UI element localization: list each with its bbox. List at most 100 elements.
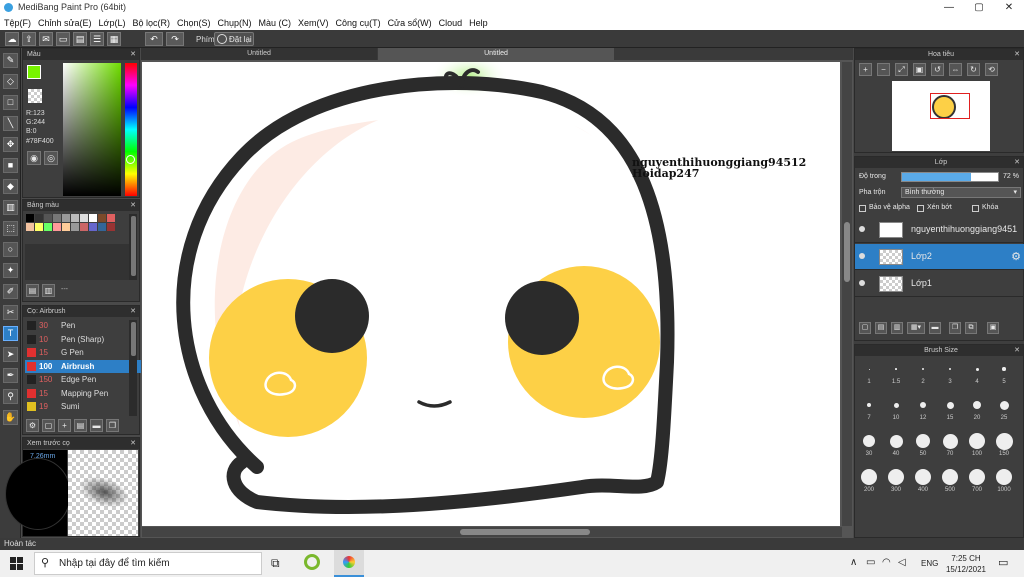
color-swatch[interactable] xyxy=(35,223,43,231)
color-swatch[interactable] xyxy=(98,223,106,231)
brush-size-option[interactable]: 10 xyxy=(884,395,908,429)
new-brush-icon[interactable]: ▢ xyxy=(42,419,55,432)
brush-size-option[interactable]: 500 xyxy=(938,467,962,501)
windows-start-icon[interactable] xyxy=(10,557,23,570)
saturation-value-picker[interactable] xyxy=(63,63,121,196)
chat-icon[interactable]: ▭ xyxy=(56,32,70,46)
reset-button[interactable]: Đặt lại xyxy=(214,32,254,46)
color-swatch[interactable] xyxy=(71,214,79,222)
gradient-tool-icon[interactable]: ▥ xyxy=(3,200,18,215)
menu-tools[interactable]: Công cụ(T) xyxy=(336,18,381,28)
brush-size-option[interactable]: 2 xyxy=(911,359,935,393)
hand-tool-icon[interactable]: ✋ xyxy=(3,410,18,425)
add-brush-icon[interactable]: + xyxy=(58,419,71,432)
tab-untitled-1[interactable]: Untitled xyxy=(141,48,377,60)
flip-icon[interactable]: ⇔ xyxy=(949,63,962,76)
menu-file[interactable]: Tệp(F) xyxy=(4,18,31,28)
copy-brush-icon[interactable]: ▤ xyxy=(74,419,87,432)
list-icon[interactable]: ☰ xyxy=(90,32,104,46)
layer-row[interactable]: nguyenthihuonggiang9451 xyxy=(855,217,1024,243)
color-swatch[interactable] xyxy=(62,223,70,231)
reset-view-icon[interactable]: ⟲ xyxy=(985,63,998,76)
color-swatch[interactable] xyxy=(53,223,61,231)
zoom-out-icon[interactable]: − xyxy=(877,63,890,76)
comment-icon[interactable]: ✉ xyxy=(39,32,53,46)
brush-size-option[interactable]: 15 xyxy=(938,395,962,429)
new-halftone-layer-icon[interactable]: ▤ xyxy=(875,322,887,334)
duplicate-icon[interactable]: ❐ xyxy=(106,419,119,432)
text-tool-icon[interactable]: T xyxy=(3,326,18,341)
magic-wand-tool-icon[interactable]: ✦ xyxy=(3,263,18,278)
color-swatch[interactable] xyxy=(89,223,97,231)
swatch-scrollbar[interactable] xyxy=(129,214,137,280)
brush-size-option[interactable]: 1.5 xyxy=(884,359,908,393)
drawing-canvas[interactable]: nguyenthihuonggiang94512 Hoidap247 xyxy=(142,62,840,526)
grid-icon[interactable]: ▦ xyxy=(107,32,121,46)
menu-capture[interactable]: Chụp(N) xyxy=(218,18,252,28)
zoom-in-icon[interactable]: + xyxy=(859,63,872,76)
brush-scrollbar[interactable] xyxy=(129,320,137,416)
rotate-right-icon[interactable]: ↻ xyxy=(967,63,980,76)
duplicate-layer-icon[interactable]: ❐ xyxy=(949,322,961,334)
blend-mode-select[interactable]: Bình thường ▾ xyxy=(901,187,1021,198)
protect-alpha-checkbox[interactable] xyxy=(859,205,866,212)
task-view-icon[interactable]: ⧉ xyxy=(271,556,280,571)
canvas-horizontal-scrollbar[interactable] xyxy=(142,527,842,537)
palette-icon[interactable]: ◉ xyxy=(27,151,41,165)
rectangle-tool-icon[interactable]: □ xyxy=(3,95,18,110)
language-indicator[interactable]: ENG xyxy=(921,559,938,568)
redo-button[interactable]: ↷ xyxy=(166,32,184,46)
color-swatch[interactable] xyxy=(35,214,43,222)
close-button[interactable]: ✕ xyxy=(994,0,1024,15)
chevron-up-icon[interactable]: ∧ xyxy=(850,557,857,568)
hue-handle[interactable] xyxy=(126,155,135,164)
brush-size-option[interactable]: 25 xyxy=(992,395,1016,429)
hue-slider[interactable] xyxy=(125,63,137,196)
menu-window[interactable]: Cửa sổ(W) xyxy=(388,18,432,28)
brush-size-option[interactable]: 1000 xyxy=(992,467,1016,501)
new-8bit-layer-icon[interactable]: ▥ xyxy=(891,322,903,334)
fill-rect-tool-icon[interactable]: ■ xyxy=(3,158,18,173)
brush-size-option[interactable]: 100 xyxy=(965,431,989,465)
app-taskbar-icon[interactable] xyxy=(304,554,320,570)
brush-tool-icon[interactable]: ✎ xyxy=(3,53,18,68)
close-icon[interactable]: ✕ xyxy=(130,438,136,449)
select-rect-tool-icon[interactable]: ⬚ xyxy=(3,221,18,236)
close-icon[interactable]: ✕ xyxy=(1014,345,1020,356)
brush-size-option[interactable]: 5 xyxy=(992,359,1016,393)
color-swatch[interactable] xyxy=(89,214,97,222)
taskbar-search[interactable]: ⚲ Nhập tại đây để tìm kiếm xyxy=(34,552,262,575)
brush-size-option[interactable]: 20 xyxy=(965,395,989,429)
rotate-left-icon[interactable]: ↺ xyxy=(931,63,944,76)
new-swatch-icon[interactable]: ▤ xyxy=(26,284,39,297)
clipping-checkbox[interactable] xyxy=(917,205,924,212)
eye-icon[interactable] xyxy=(859,280,865,286)
eye-icon[interactable] xyxy=(859,253,865,259)
menu-select[interactable]: Chọn(S) xyxy=(177,18,211,28)
brush-size-option[interactable]: 200 xyxy=(857,467,881,501)
menu-view[interactable]: Xem(V) xyxy=(298,18,329,28)
close-icon[interactable]: ✕ xyxy=(130,306,136,317)
close-icon[interactable]: ✕ xyxy=(130,200,136,211)
new-layer-icon[interactable]: ▢ xyxy=(859,322,871,334)
color-swatch[interactable] xyxy=(80,214,88,222)
select-pen-tool-icon[interactable]: ✐ xyxy=(3,284,18,299)
brush-size-option[interactable]: 1 xyxy=(857,359,881,393)
brush-size-option[interactable]: 30 xyxy=(857,431,881,465)
delete-layer-icon[interactable]: ▣ xyxy=(987,322,999,334)
merge-layer-icon[interactable]: ⧉ xyxy=(965,322,977,334)
menu-filter[interactable]: Bộ lọc(R) xyxy=(132,18,170,28)
brush-size-option[interactable]: 150 xyxy=(992,431,1016,465)
menu-layer[interactable]: Lớp(L) xyxy=(99,18,126,28)
eyedropper-tool-icon[interactable]: ⚲ xyxy=(3,389,18,404)
navigator-thumbnail[interactable] xyxy=(892,81,990,151)
eraser-tool-icon[interactable]: ◇ xyxy=(3,74,18,89)
transparent-swatch[interactable] xyxy=(28,89,42,103)
color-swatch[interactable] xyxy=(107,223,115,231)
brush-size-option[interactable]: 70 xyxy=(938,431,962,465)
brush-size-option[interactable]: 7 xyxy=(857,395,881,429)
delete-swatch-icon[interactable]: ▥ xyxy=(42,284,55,297)
volume-icon[interactable]: ◁ xyxy=(898,557,906,568)
brush-size-option[interactable]: 12 xyxy=(911,395,935,429)
menu-edit[interactable]: Chỉnh sửa(E) xyxy=(38,18,92,28)
